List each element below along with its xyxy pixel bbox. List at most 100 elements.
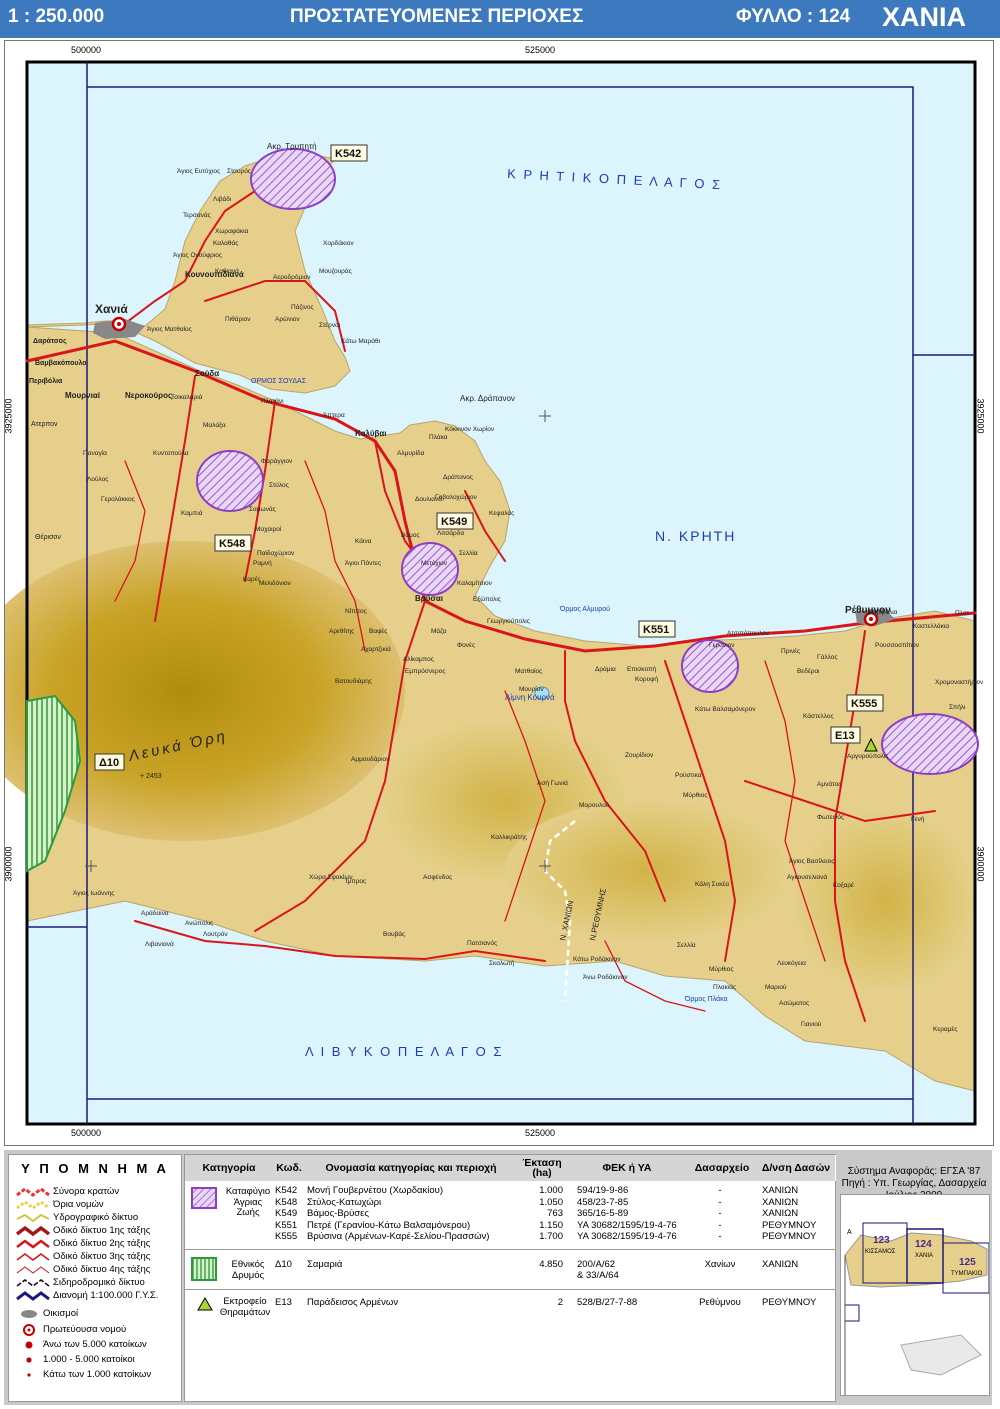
- village-label: Άγιοι Πάντες: [345, 559, 381, 567]
- village-label: Τερσανάς: [183, 211, 211, 219]
- prefecture-label: Ν. ΚΡΗΤΗ: [655, 528, 736, 544]
- map-title: ΠΡΟΣΤΑΤΕΥΟΜΕΝΕΣ ΠΕΡΙΟΧΕΣ: [290, 6, 584, 27]
- protected-area-k548[interactable]: [196, 450, 264, 512]
- legend-label: Οδικό δίκτυο 3ης τάξης: [53, 1251, 151, 1262]
- legend-symbol-grid: [16, 1291, 50, 1301]
- village-label: Άγιος Ονούφριος: [173, 251, 222, 259]
- village-label: Πάζινος: [291, 303, 314, 311]
- village-label: Αλμυρίδα: [397, 449, 425, 457]
- legend-item-state: Σύνορα κρατών: [9, 1185, 181, 1199]
- table-cell-code: Κ548: [275, 1196, 298, 1208]
- village-label: Κάστελλος: [803, 712, 834, 720]
- village-label: Αχαρτζικιά: [361, 645, 391, 653]
- bay-label-souda: ΟΡΜΟΣ ΣΟΥΔΑΣ: [251, 378, 307, 385]
- legend-label: Οδικό δίκτυο 1ης τάξης: [53, 1225, 151, 1236]
- village-label: Πρινές: [781, 647, 800, 655]
- table-cell-fek: ΥΑ 30682/1595/19-4-76: [577, 1219, 677, 1231]
- table-cell-fek: 458/23-7-85: [577, 1196, 629, 1208]
- village-label: Γερολάκκος: [101, 495, 135, 503]
- legend-symbol-road4: [16, 1266, 50, 1274]
- table-cell-name: Σαμαριά: [307, 1259, 343, 1270]
- table-cell-fek: 365/16-5-89: [577, 1208, 629, 1219]
- table-cell-name: Βρύσινα (Αρμένων-Καρέ-Σελίου-Πρασσών): [307, 1231, 490, 1242]
- mountain-range-south: [505, 801, 785, 941]
- table-cell-office: Ρεθύμνου: [699, 1297, 741, 1308]
- map-scale: 1 : 250.000: [8, 6, 105, 27]
- village-label: Κάινα: [355, 537, 372, 545]
- lake-label: Λίμνη Κουρνά: [505, 693, 555, 702]
- table-cell-code: Κ542: [275, 1185, 298, 1196]
- grid-y-label-4: 3900000: [975, 846, 986, 882]
- legend-item-road2: Οδικό δίκτυο 2ης τάξης: [9, 1237, 181, 1251]
- table-cell-office: -: [718, 1196, 722, 1208]
- village-label: Γενή: [911, 816, 925, 823]
- village-label: Χωραφάκια: [215, 227, 249, 235]
- table-header-fek: ΦΕΚ ή ΥΑ: [567, 1155, 688, 1181]
- legend-label: Σύνορα κρατών: [53, 1186, 120, 1197]
- village-label: Αγκουσελιανά: [787, 873, 827, 881]
- village-label: Δράμια: [595, 665, 616, 673]
- village-label: Ανώπολις: [185, 919, 213, 927]
- game-breeding-symbol: [197, 1297, 213, 1311]
- grid-x-label-2: 525000: [525, 45, 556, 55]
- map-canvas[interactable]: Κ Ρ Η Τ Ι Κ Ο Π Ε Λ Α Γ Ο ΣΛ Ι Β Υ Κ Ο Π…: [5, 41, 993, 1145]
- village-label: Πλατάνι: [261, 397, 284, 405]
- locator-inset-map[interactable]: 123 ΚΙΣΣΑΜΟΣ 124 ΧΑΝΙΑ 125 ΤΥΜΠΑΚΙΟ Α: [840, 1194, 990, 1396]
- edge-town-label: Περιβόλια: [29, 377, 63, 385]
- table-cell-name: Παράδεισος Αρμένων: [307, 1297, 399, 1308]
- label-k549: Κ549: [441, 516, 467, 528]
- category-wildlife-refuge: Καταφύγιο Άγριας Ζωής: [225, 1186, 271, 1218]
- village-label: Αεροδρόμιον: [273, 273, 311, 281]
- legend-symbol-rail: [16, 1279, 50, 1287]
- village-label: Κοξαρέ: [833, 881, 854, 889]
- sheet-number: ΦΥΛΛΟ : 124: [736, 6, 851, 27]
- protected-areas-table: Κατηγορία Κωδ. Ονομασία κατηγορίας και π…: [184, 1154, 836, 1402]
- table-cell-office: -: [718, 1219, 722, 1231]
- protected-area-k555[interactable]: [881, 713, 979, 775]
- map-frame[interactable]: Κ Ρ Η Τ Ι Κ Ο Π Ε Λ Α Γ Ο ΣΛ Ι Β Υ Κ Ο Π…: [4, 40, 994, 1146]
- legend-symbol-road1: [15, 1225, 51, 1237]
- cape-label-trypiti: Ακρ. Τρυπητή: [267, 142, 317, 151]
- town-label: Βρύσαι: [415, 594, 443, 603]
- legend-label: Οδικό δίκτυο 4ης τάξης: [53, 1264, 151, 1275]
- table-cell-dept: ΧΑΝΙΩΝ: [762, 1196, 799, 1208]
- protected-area-k542[interactable]: [250, 148, 336, 210]
- village-label: Κάλη Συκέα: [695, 880, 729, 888]
- edge-town-label: Ατερπον: [31, 421, 58, 428]
- village-label: Πιθάριον: [225, 315, 251, 323]
- protected-area-k549[interactable]: [401, 542, 459, 596]
- legend-item-rail: Σιδηροδρομικό δίκτυο: [9, 1276, 181, 1290]
- city-label-chania: Χανιά: [95, 302, 128, 316]
- village-label: Γιανιού: [801, 1020, 822, 1028]
- village-label: Αράδαινα: [141, 909, 169, 917]
- table-cell-code: Κ551: [275, 1219, 298, 1231]
- village-label: Βαφές: [369, 627, 387, 635]
- village-label: Επισκοπή: [627, 666, 656, 673]
- table-cell-area: 2: [557, 1297, 563, 1308]
- village-label: Φωτεινός: [817, 813, 844, 821]
- legend-item-settlement: Οικισμοί: [9, 1307, 181, 1321]
- village-label: Χορδάκιον: [323, 239, 354, 247]
- village-label: Μουρίον: [519, 685, 544, 693]
- inset-canvas: [844, 1222, 990, 1395]
- village-label: Κυντοπούλα: [153, 449, 189, 457]
- legend-label: Οδικό δίκτυο 2ης τάξης: [53, 1238, 151, 1249]
- village-label: Γεωργιούπολις: [487, 617, 530, 625]
- village-label: Σελλία: [459, 549, 478, 557]
- table-header-name: Ονομασία κατηγορίας και περιοχή: [305, 1155, 518, 1181]
- table-cell-code: Κ555: [275, 1231, 298, 1242]
- village-label: Καμπιά: [181, 509, 203, 517]
- village-label: Πλακιάς: [713, 983, 736, 991]
- village-label: Ρουσσοσπίτιον: [875, 641, 919, 649]
- village-label: Ασώματος: [779, 999, 809, 1007]
- village-label: Καλλικράτης: [491, 833, 527, 841]
- village-label: Φονές: [457, 641, 475, 649]
- village-label: Μαρουλού: [579, 801, 610, 809]
- inset-sheet-125-num: 125: [959, 1257, 976, 1268]
- category-national-park: Εθνικός Δρυμός: [231, 1259, 265, 1281]
- table-row-separator: [185, 1249, 835, 1250]
- town-label: Νεροκούρος: [125, 391, 172, 400]
- legend-symbol-hydro: [16, 1213, 50, 1223]
- legend-label: 1.000 - 5.000 κατοίκοι: [43, 1354, 135, 1365]
- village-label: Βάμος: [401, 531, 420, 539]
